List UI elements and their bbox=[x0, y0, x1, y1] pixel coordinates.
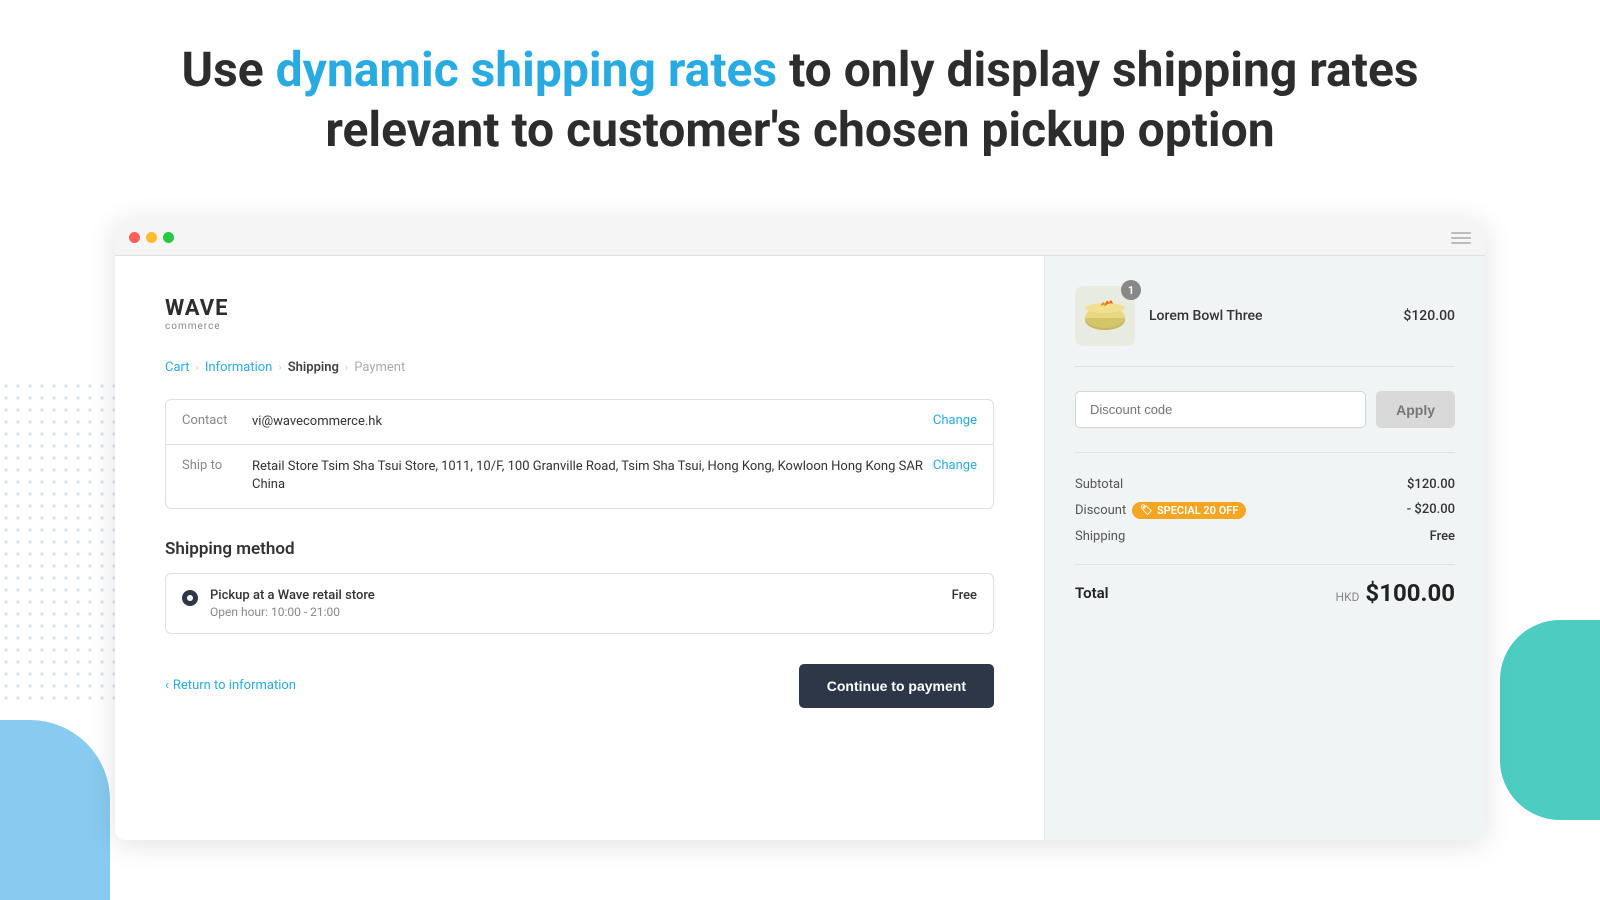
subtotal-label: Subtotal bbox=[1075, 477, 1123, 492]
browser-window: WAVE commerce Cart › Information › Shipp… bbox=[115, 220, 1485, 840]
chevron-icon: › bbox=[196, 361, 199, 374]
menu-line bbox=[1451, 242, 1471, 244]
total-label: Total bbox=[1075, 584, 1109, 602]
chevron-icon: › bbox=[345, 361, 348, 374]
chevron-left-icon: ‹ bbox=[165, 678, 169, 693]
menu-line bbox=[1451, 232, 1471, 234]
shipping-total-label: Shipping bbox=[1075, 529, 1125, 544]
product-item: 1 Lorem Bowl Three $120.00 bbox=[1075, 286, 1455, 367]
blue-decoration bbox=[0, 720, 110, 900]
contact-value: vi@wavecommerce.hk bbox=[252, 413, 923, 431]
chevron-icon: › bbox=[278, 361, 281, 374]
grand-total-row: Total HKD $100.00 bbox=[1075, 564, 1455, 607]
teal-decoration bbox=[1500, 620, 1600, 820]
subtotal-value: $120.00 bbox=[1407, 477, 1455, 492]
product-image-wrap: 1 bbox=[1075, 286, 1135, 346]
subtotal-row: Subtotal $120.00 bbox=[1075, 477, 1455, 492]
product-price: $120.00 bbox=[1403, 308, 1455, 324]
browser-menu bbox=[1451, 232, 1471, 244]
info-box: Contact vi@wavecommerce.hk Change Ship t… bbox=[165, 399, 994, 509]
currency-label: HKD bbox=[1335, 590, 1359, 604]
grand-total-value: HKD $100.00 bbox=[1335, 579, 1455, 607]
total-amount: $100.00 bbox=[1365, 579, 1455, 607]
discount-label-wrap: Discount 🏷 SPECIAL 20 OFF bbox=[1075, 502, 1246, 519]
browser-dots bbox=[129, 232, 174, 243]
browser-titlebar bbox=[115, 220, 1485, 256]
ship-to-value: Retail Store Tsim Sha Tsui Store, 1011, … bbox=[252, 458, 923, 494]
dot-close[interactable] bbox=[129, 232, 140, 243]
shipping-hours: Open hour: 10:00 - 21:00 bbox=[210, 605, 940, 619]
discount-code-badge: 🏷 SPECIAL 20 OFF bbox=[1132, 502, 1246, 519]
radio-inner bbox=[187, 595, 193, 601]
totals-section: Subtotal $120.00 Discount 🏷 SPECIAL 20 O… bbox=[1075, 477, 1455, 607]
form-actions: ‹ Return to information Continue to paym… bbox=[165, 664, 994, 708]
order-summary-panel: 1 Lorem Bowl Three $120.00 Apply Subtota… bbox=[1045, 256, 1485, 840]
logo-subtitle: commerce bbox=[165, 321, 994, 332]
breadcrumb-information[interactable]: Information bbox=[205, 360, 273, 375]
shipping-total-value: Free bbox=[1430, 529, 1455, 544]
shipping-option[interactable]: Pickup at a Wave retail store Open hour:… bbox=[165, 573, 994, 634]
ship-to-row: Ship to Retail Store Tsim Sha Tsui Store… bbox=[166, 445, 993, 507]
highlight-text: dynamic shipping rates bbox=[276, 41, 778, 98]
dots-decoration bbox=[0, 380, 130, 700]
checkout-form-panel: WAVE commerce Cart › Information › Shipp… bbox=[115, 256, 1045, 840]
shipping-method-title: Shipping method bbox=[165, 539, 994, 559]
continue-to-payment-button[interactable]: Continue to payment bbox=[799, 664, 994, 708]
browser-content: WAVE commerce Cart › Information › Shipp… bbox=[115, 256, 1485, 840]
breadcrumb-payment: Payment bbox=[354, 360, 405, 375]
discount-code-input[interactable] bbox=[1075, 391, 1366, 428]
ship-to-change[interactable]: Change bbox=[933, 458, 977, 473]
shipping-details: Pickup at a Wave retail store Open hour:… bbox=[210, 588, 940, 619]
ship-to-label: Ship to bbox=[182, 458, 252, 473]
breadcrumb: Cart › Information › Shipping › Payment bbox=[165, 360, 994, 375]
logo-name: WAVE bbox=[165, 296, 994, 321]
shipping-option-name: Pickup at a Wave retail store bbox=[210, 588, 940, 603]
bowl-icon bbox=[1079, 290, 1131, 342]
contact-change[interactable]: Change bbox=[933, 413, 977, 428]
product-name: Lorem Bowl Three bbox=[1149, 308, 1389, 324]
breadcrumb-shipping: Shipping bbox=[288, 360, 339, 375]
discount-value: - $20.00 bbox=[1407, 502, 1455, 519]
page-header: Use dynamic shipping rates to only displ… bbox=[0, 0, 1600, 190]
discount-row: Apply bbox=[1075, 391, 1455, 453]
dot-minimize[interactable] bbox=[146, 232, 157, 243]
shipping-row-total: Shipping Free bbox=[1075, 529, 1455, 544]
shipping-option-price: Free bbox=[952, 588, 977, 603]
menu-line bbox=[1451, 237, 1471, 239]
dot-maximize[interactable] bbox=[163, 232, 174, 243]
page-title: Use dynamic shipping rates to only displ… bbox=[100, 40, 1500, 160]
discount-row-total: Discount 🏷 SPECIAL 20 OFF - $20.00 bbox=[1075, 502, 1455, 519]
breadcrumb-cart[interactable]: Cart bbox=[165, 360, 190, 375]
apply-discount-button[interactable]: Apply bbox=[1376, 391, 1455, 428]
return-to-info-link[interactable]: ‹ Return to information bbox=[165, 678, 296, 693]
contact-label: Contact bbox=[182, 413, 252, 428]
product-quantity-badge: 1 bbox=[1121, 280, 1141, 300]
contact-row: Contact vi@wavecommerce.hk Change bbox=[166, 400, 993, 445]
logo-area: WAVE commerce bbox=[165, 296, 994, 332]
radio-selected bbox=[182, 590, 198, 606]
tag-icon: 🏷 bbox=[1140, 505, 1153, 516]
